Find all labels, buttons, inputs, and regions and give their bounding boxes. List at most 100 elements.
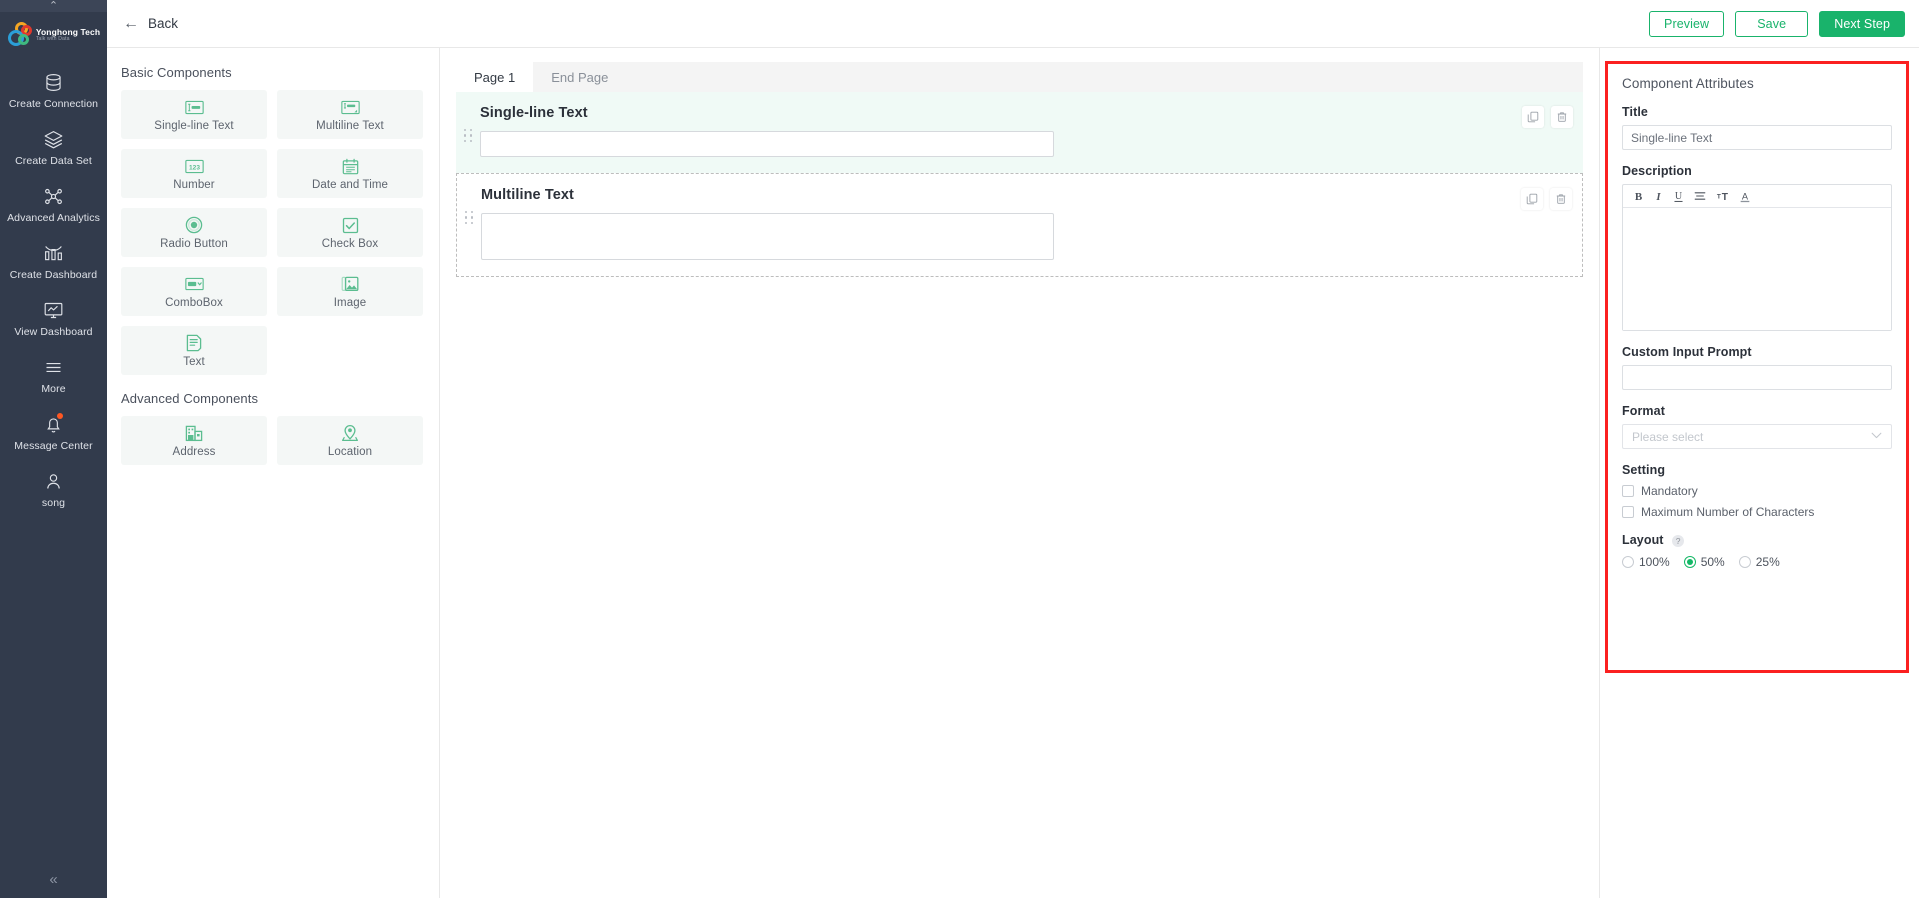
map-pin-location-icon <box>341 424 359 443</box>
palette-item-text[interactable]: Text <box>121 326 267 375</box>
description-editor-body[interactable] <box>1623 208 1891 330</box>
palette-item-label: ComboBox <box>165 296 223 309</box>
copy-row-button[interactable] <box>1522 106 1544 128</box>
field-content: Single-line Text <box>480 105 1583 157</box>
layout-option-label: 25% <box>1755 555 1780 569</box>
sidebar-item-label: Create Connection <box>8 98 99 110</box>
brand-tagline: Talk with Data <box>35 35 70 42</box>
italic-icon[interactable]: I <box>1654 188 1663 204</box>
title-input[interactable] <box>1622 125 1892 150</box>
building-address-icon <box>185 424 203 443</box>
layout-option-50[interactable]: 50% <box>1683 555 1725 569</box>
single-line-text-icon <box>184 98 204 117</box>
text-document-icon <box>186 334 202 353</box>
palette-item-image[interactable]: Image <box>277 267 423 316</box>
network-nodes-icon <box>43 185 64 207</box>
component-attributes-panel: Component Attributes Title Description B… <box>1599 48 1919 898</box>
palette-item-radio-button[interactable]: Radio Button <box>121 208 267 257</box>
multiline-text-input[interactable] <box>481 213 1054 260</box>
help-icon[interactable]: ? <box>1672 534 1685 547</box>
mandatory-checkbox-row[interactable]: Mandatory <box>1622 484 1892 498</box>
radio-icon[interactable] <box>1622 556 1634 568</box>
palette-item-label: Number <box>173 178 215 191</box>
chevron-up-icon: ⌃ <box>48 0 59 12</box>
sidebar-item-label: More <box>41 383 66 395</box>
sidebar-item-advanced-analytics[interactable]: Advanced Analytics <box>0 176 107 233</box>
svg-text:A: A <box>1742 191 1749 201</box>
palette-item-number[interactable]: 123 Number <box>121 149 267 198</box>
form-row-multiline-text[interactable]: Multiline Text <box>456 173 1583 277</box>
top-toolbar: ← Back Preview Save Next Step <box>107 0 1919 48</box>
font-size-icon[interactable]: T T <box>1716 188 1729 204</box>
format-select[interactable]: Please select <box>1622 424 1892 449</box>
layout-option-25[interactable]: 25% <box>1738 555 1780 569</box>
underline-icon[interactable]: U <box>1673 188 1684 204</box>
sidebar-expand-toggle[interactable]: ⌃ <box>0 0 107 12</box>
sidebar-item-label: song <box>41 497 66 509</box>
layout-radio-group: 100% 50% 25% <box>1622 555 1892 569</box>
bold-icon[interactable]: B <box>1633 188 1644 204</box>
sidebar-item-label: Advanced Analytics <box>7 212 100 224</box>
hamburger-icon <box>43 356 64 378</box>
preview-button[interactable]: Preview <box>1649 10 1725 37</box>
copy-row-button[interactable] <box>1521 188 1543 210</box>
max-characters-label: Maximum Number of Characters <box>1641 505 1815 519</box>
tab-page-1[interactable]: Page 1 <box>456 62 534 92</box>
radio-icon[interactable] <box>1738 556 1751 568</box>
multiline-text-icon <box>340 98 360 117</box>
palette-item-combobox[interactable]: ComboBox <box>121 267 267 316</box>
sidebar-collapse-button[interactable]: « <box>0 871 107 888</box>
palette-item-check-box[interactable]: Check Box <box>277 208 423 257</box>
field-label: Single-line Text <box>480 105 588 121</box>
delete-row-button[interactable] <box>1550 188 1572 210</box>
brand-logo: Yonghong Tech Talk with Data <box>0 12 107 62</box>
chevron-double-left-icon: « <box>49 871 58 888</box>
font-color-icon[interactable]: A <box>1739 188 1751 204</box>
back-button[interactable]: ← Back <box>123 15 179 32</box>
sidebar-item-create-dashboard[interactable]: Create Dashboard <box>0 233 107 290</box>
svg-text:B: B <box>1635 191 1643 202</box>
sidebar-item-user-profile[interactable]: song <box>0 461 107 518</box>
drag-handle[interactable] <box>457 211 481 225</box>
palette-item-label: Multiline Text <box>316 119 384 132</box>
layout-option-100[interactable]: 100% <box>1622 555 1670 569</box>
sidebar-item-label: Create Dashboard <box>9 269 98 281</box>
mandatory-label: Mandatory <box>1641 484 1698 498</box>
max-characters-checkbox[interactable] <box>1622 506 1634 518</box>
sidebar-item-more[interactable]: More <box>0 347 107 404</box>
tab-end-page[interactable]: End Page <box>533 62 626 92</box>
sidebar-item-message-center[interactable]: Message Center <box>0 404 107 461</box>
sidebar-item-label: Create Data Set <box>15 155 92 167</box>
single-line-text-input[interactable] <box>480 131 1054 157</box>
form-canvas: Page 1 End Page Single-line Text Multili… <box>440 48 1599 898</box>
palette-item-label: Check Box <box>321 237 379 250</box>
form-row-single-line-text[interactable]: Single-line Text <box>456 92 1583 173</box>
toolbar-actions: Preview Save Next Step <box>1649 10 1905 37</box>
monitor-chart-icon <box>43 299 64 321</box>
align-left-icon[interactable] <box>1694 188 1706 204</box>
combobox-icon <box>184 275 204 294</box>
sidebar-item-create-connection[interactable]: Create Connection <box>0 62 107 119</box>
radio-button-icon <box>185 216 203 235</box>
mandatory-checkbox[interactable] <box>1622 485 1634 497</box>
radio-icon-selected[interactable] <box>1683 556 1696 568</box>
save-button[interactable]: Save <box>1735 10 1809 37</box>
palette-item-address[interactable]: Address <box>121 416 267 465</box>
rte-toolbar: B I U T T A <box>1623 185 1891 208</box>
sidebar-item-label: Message Center <box>14 440 93 452</box>
palette-item-single-line-text[interactable]: Single-line Text <box>121 90 267 139</box>
format-select-placeholder: Please select <box>1632 429 1704 444</box>
back-button-label: Back <box>148 16 179 31</box>
drag-handle[interactable] <box>456 129 480 143</box>
palette-item-date-and-time[interactable]: Date and Time <box>277 149 423 198</box>
sidebar-item-create-data-set[interactable]: Create Data Set <box>0 119 107 176</box>
max-characters-checkbox-row[interactable]: Maximum Number of Characters <box>1622 505 1892 519</box>
next-step-button[interactable]: Next Step <box>1819 10 1905 37</box>
palette-item-location[interactable]: Location <box>277 416 423 465</box>
delete-row-button[interactable] <box>1551 106 1573 128</box>
bar-chart-icon <box>43 242 64 264</box>
palette-item-label: Radio Button <box>160 237 228 250</box>
sidebar-item-view-dashboard[interactable]: View Dashboard <box>0 290 107 347</box>
palette-item-multiline-text[interactable]: Multiline Text <box>277 90 423 139</box>
custom-input-prompt-input[interactable] <box>1622 365 1892 390</box>
